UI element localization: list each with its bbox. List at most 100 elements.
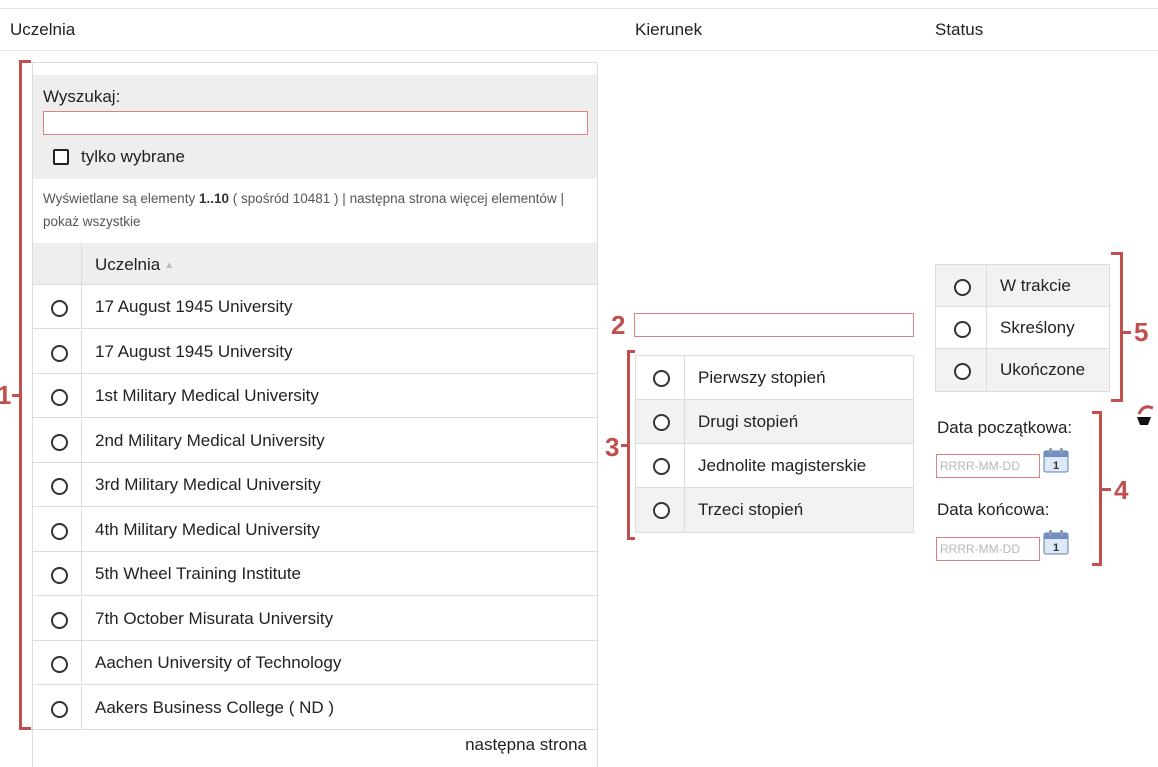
- cell-divider: [81, 685, 82, 730]
- degree-label: Pierwszy stopień: [698, 368, 826, 387]
- uczelnia-panel: Wyszukaj: tylko wybrane Wyświetlane są e…: [32, 62, 598, 767]
- status-label: Skreślony: [1000, 318, 1075, 337]
- uczelnia-radio[interactable]: [51, 344, 68, 362]
- uczelnia-name: 3rd Military Medical University: [95, 475, 321, 494]
- uczelnia-name: 17 August 1945 University: [95, 341, 293, 361]
- pagination-info: Wyświetlane są elementy 1..10 ( spośród …: [43, 187, 591, 233]
- degree-label: Trzeci stopień: [698, 500, 804, 519]
- cell-divider: [81, 285, 82, 329]
- uczelnia-radio[interactable]: [51, 656, 68, 673]
- only-selected-toggle[interactable]: tylko wybrane: [53, 145, 185, 169]
- header-divider: [0, 50, 1158, 51]
- calendar-icon[interactable]: 1: [1043, 447, 1069, 473]
- info-show-all-link[interactable]: pokaż wszystkie: [43, 214, 141, 229]
- uczelnia-radio[interactable]: [51, 433, 68, 451]
- uczelnia-radio[interactable]: [51, 389, 68, 406]
- annotation-bracket-5: [1111, 252, 1123, 402]
- end-date-label: Data końcowa:: [937, 500, 1050, 519]
- uczelnia-name: Aakers Business College ( ND ): [95, 697, 335, 717]
- annotation-tick-1: [12, 394, 20, 397]
- uczelnia-name: 2nd Military Medical University: [95, 430, 325, 450]
- info-next-page-link[interactable]: następna strona: [350, 191, 447, 206]
- start-date-input[interactable]: [936, 454, 1040, 478]
- column-header-uczelnia: Uczelnia: [10, 20, 76, 39]
- uczelnia-row[interactable]: 17 August 1945 University: [33, 329, 597, 374]
- cell-divider: [684, 488, 685, 532]
- annotation-bracket-3: [627, 350, 635, 540]
- uczelnia-radio[interactable]: [51, 611, 68, 629]
- degree-option[interactable]: Jednolite magisterskie: [636, 444, 913, 488]
- only-selected-checkbox[interactable]: [53, 149, 69, 165]
- uczelnia-row[interactable]: 2nd Military Medical University: [33, 418, 597, 463]
- status-table: W trakcie Skreślony Ukończone: [935, 264, 1110, 392]
- uczelnia-radio[interactable]: [51, 700, 68, 718]
- degree-radio[interactable]: [653, 502, 670, 519]
- status-option[interactable]: W trakcie: [936, 265, 1109, 307]
- info-range: 1..10: [198, 191, 229, 206]
- cell-divider: [684, 356, 685, 399]
- annotation-tick-4: [1101, 488, 1111, 491]
- uczelnia-name: 4th Military Medical University: [95, 519, 320, 539]
- only-selected-label: tylko wybrane: [81, 147, 185, 166]
- degree-option[interactable]: Trzeci stopień: [636, 488, 913, 532]
- annotation-number-2: 2: [611, 310, 626, 340]
- degree-level-table: Pierwszy stopień Drugi stopień Jednolite…: [635, 355, 914, 533]
- degree-radio[interactable]: [653, 414, 670, 431]
- partial-icon: [1137, 405, 1154, 425]
- cell-divider: [81, 374, 82, 418]
- uczelnia-row[interactable]: Aachen University of Technology: [33, 641, 597, 685]
- uczelnia-row[interactable]: Aakers Business College ( ND ): [33, 685, 597, 730]
- annotation-number-1: 1: [0, 380, 12, 410]
- uczelnia-name: 17 August 1945 University: [95, 297, 293, 316]
- degree-radio[interactable]: [653, 458, 670, 475]
- kierunek-search-input[interactable]: [634, 313, 914, 337]
- status-option[interactable]: Skreślony: [936, 307, 1109, 349]
- annotation-tick-5: [1122, 331, 1131, 334]
- cell-divider: [684, 400, 685, 443]
- annotation-number-3: 3: [605, 432, 620, 462]
- svg-text:1: 1: [1053, 460, 1059, 472]
- uczelnia-name: 7th October Misurata University: [95, 608, 334, 628]
- uczelnia-row[interactable]: 4th Military Medical University: [33, 507, 597, 552]
- uczelnia-row[interactable]: 5th Wheel Training Institute: [33, 552, 597, 596]
- search-label: Wyszukaj:: [43, 87, 121, 106]
- top-divider: [0, 8, 1158, 9]
- cell-divider: [81, 463, 82, 507]
- degree-radio[interactable]: [653, 370, 670, 387]
- uczelnia-row[interactable]: 7th October Misurata University: [33, 596, 597, 641]
- calendar-icon[interactable]: 1: [1043, 529, 1069, 555]
- uczelnia-name: 5th Wheel Training Institute: [95, 564, 302, 583]
- uczelnia-radio[interactable]: [51, 300, 68, 317]
- uczelnia-row[interactable]: 17 August 1945 University: [33, 285, 597, 329]
- info-more-elements-link[interactable]: więcej elementów: [446, 191, 557, 206]
- cell-divider: [81, 329, 82, 374]
- uczelnia-radio[interactable]: [51, 567, 68, 584]
- status-radio[interactable]: [954, 279, 971, 296]
- end-date-input[interactable]: [936, 537, 1040, 561]
- uczelnia-sort-header[interactable]: Uczelnia ▲: [95, 255, 174, 275]
- uczelnia-search-input[interactable]: [43, 111, 588, 135]
- degree-option[interactable]: Pierwszy stopień: [636, 356, 913, 400]
- info-total: ( spośród 10481 ) |: [228, 191, 350, 206]
- uczelnia-header-label: Uczelnia: [95, 255, 161, 274]
- status-radio[interactable]: [954, 321, 971, 338]
- status-label: Ukończone: [1000, 360, 1086, 379]
- uczelnia-search-box: Wyszukaj: tylko wybrane: [33, 75, 597, 179]
- uczelnia-table-header: Uczelnia ▲: [33, 243, 597, 285]
- cell-divider: [81, 507, 82, 552]
- cell-divider: [81, 552, 82, 596]
- uczelnia-radio[interactable]: [51, 478, 68, 495]
- degree-option[interactable]: Drugi stopień: [636, 400, 913, 444]
- next-page-link[interactable]: następna strona: [465, 735, 587, 755]
- uczelnia-row[interactable]: 1st Military Medical University: [33, 374, 597, 418]
- uczelnia-radio[interactable]: [51, 522, 68, 540]
- cell-divider: [986, 307, 987, 348]
- cell-divider: [684, 444, 685, 487]
- uczelnia-row[interactable]: 3rd Military Medical University: [33, 463, 597, 507]
- start-date-label: Data początkowa:: [937, 418, 1073, 437]
- status-option[interactable]: Ukończone: [936, 349, 1109, 391]
- status-radio[interactable]: [954, 363, 971, 380]
- status-label: W trakcie: [1000, 276, 1071, 295]
- uczelnia-name: 1st Military Medical University: [95, 386, 319, 405]
- svg-text:1: 1: [1053, 542, 1059, 554]
